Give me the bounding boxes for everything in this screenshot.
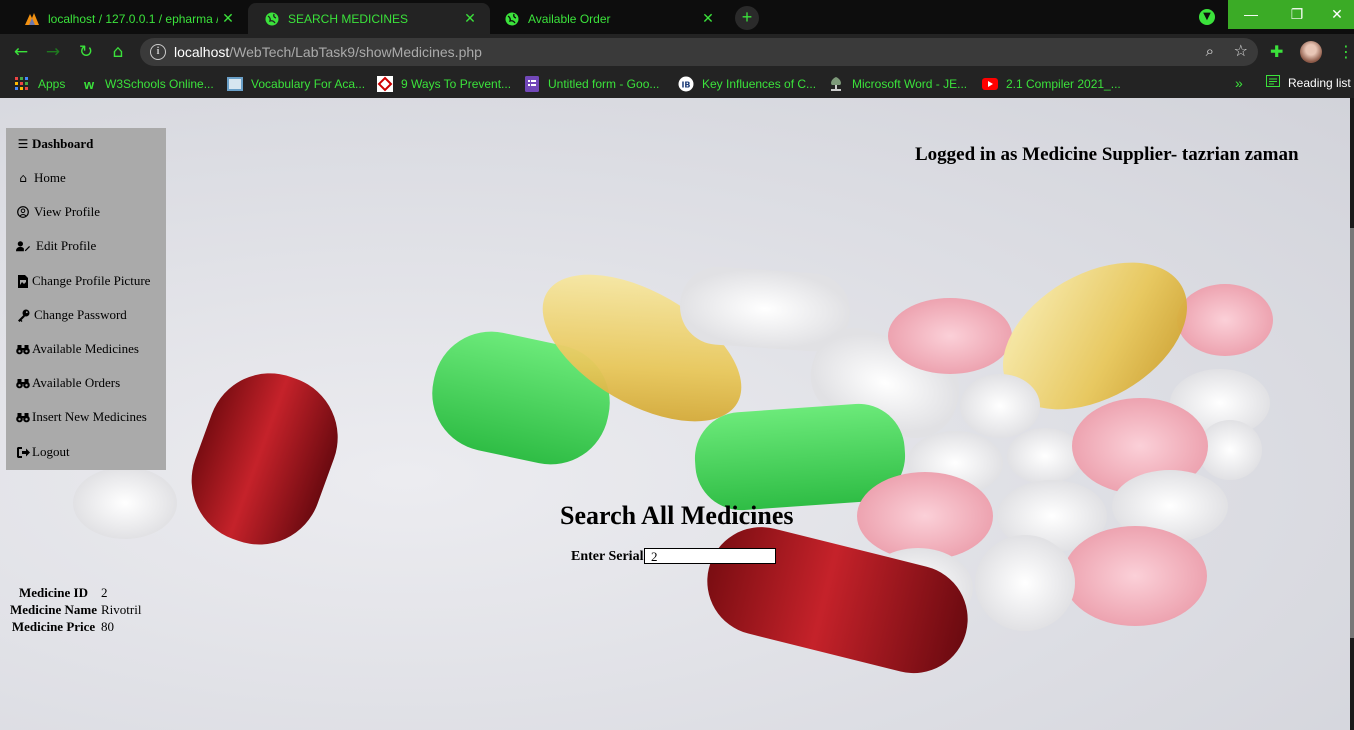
- address-bar[interactable]: i localhost/WebTech/LabTask9/showMedicin…: [140, 38, 1258, 66]
- sidebar-item-change-password[interactable]: Change Password: [16, 305, 127, 325]
- user-circle-icon: [16, 205, 30, 219]
- bookmark-vocabulary[interactable]: Vocabulary For Aca...: [227, 75, 365, 93]
- sidebar-item-view-profile[interactable]: View Profile: [16, 202, 100, 222]
- bookmarks-bar: Apps w W3Schools Online... Vocabulary Fo…: [0, 70, 1354, 98]
- new-tab-button[interactable]: +: [735, 6, 759, 30]
- sidebar-dashboard-title[interactable]: ☰ Dashboard: [16, 134, 94, 154]
- tab-search-medicines[interactable]: SEARCH MEDICINES ✕: [248, 3, 490, 34]
- bookmark-key-influences[interactable]: IB Key Influences of C...: [678, 75, 816, 93]
- bookmark-compiler[interactable]: 2.1 Compiler 2021_...: [982, 75, 1121, 93]
- binoculars-icon: [16, 376, 30, 390]
- key-icon: [16, 308, 30, 322]
- tab-available-order[interactable]: Available Order ✕: [488, 3, 728, 34]
- book-icon: [227, 76, 243, 92]
- close-icon[interactable]: ✕: [698, 10, 718, 27]
- serial-input[interactable]: 2: [644, 548, 776, 564]
- zoom-icon[interactable]: ⌕: [1206, 42, 1214, 60]
- bookmark-star-icon[interactable]: ☆: [1234, 41, 1248, 60]
- globe-icon: [504, 11, 520, 27]
- close-icon[interactable]: ✕: [460, 10, 480, 27]
- binoculars-icon: [16, 342, 30, 356]
- reading-list-button[interactable]: Reading list: [1266, 75, 1351, 90]
- browser-toolbar: ← → ↻ ⌂ i localhost/WebTech/LabTask9/sho…: [0, 34, 1354, 70]
- search-title: Search All Medicines: [560, 501, 794, 530]
- pills-background-image: [73, 262, 1273, 674]
- medicine-price-value: 80: [101, 618, 115, 634]
- tab-label: SEARCH MEDICINES: [288, 11, 409, 26]
- back-arrow-icon[interactable]: ←: [10, 41, 32, 63]
- tab-label: localhost / 127.0.0.1 / epharma /: [48, 11, 218, 26]
- medicine-price-label: Medicine Price: [11, 618, 96, 634]
- bookmark-9-ways[interactable]: 9 Ways To Prevent...: [377, 75, 511, 93]
- close-window-button[interactable]: ✕: [1320, 0, 1354, 29]
- w3schools-icon: w: [83, 76, 95, 92]
- medicine-result-table: Medicine ID 2 Medicine Name Rivotril Med…: [8, 584, 143, 635]
- bookmark-apps[interactable]: Apps: [14, 75, 65, 93]
- bookmark-microsoft-word[interactable]: Microsoft Word - JE...: [828, 75, 967, 93]
- sign-out-icon: [16, 445, 30, 459]
- medicine-name-value: Rivotril: [101, 601, 142, 617]
- sidebar-item-insert-new-medicines[interactable]: Insert New Medicines: [16, 407, 147, 427]
- medicine-id-label: Medicine ID: [19, 584, 88, 600]
- page-scrollbar-thumb[interactable]: [1350, 228, 1354, 638]
- svg-text:IB: IB: [681, 81, 690, 90]
- sidebar-item-change-profile-picture[interactable]: Change Profile Picture: [16, 271, 150, 291]
- tab-phpmyadmin[interactable]: localhost / 127.0.0.1 / epharma / ✕: [8, 3, 248, 34]
- forward-arrow-icon[interactable]: →: [42, 41, 64, 63]
- globe-icon: [264, 11, 280, 27]
- profile-avatar[interactable]: [1300, 41, 1322, 63]
- binoculars-icon: [16, 410, 30, 424]
- sidebar-item-logout[interactable]: Logout: [16, 442, 70, 462]
- home-icon: ⌂: [19, 171, 27, 185]
- reading-list-icon: [1266, 75, 1280, 90]
- close-icon[interactable]: ✕: [218, 10, 238, 27]
- sidebar-item-home[interactable]: ⌂ Home: [16, 168, 66, 188]
- tab-label: Available Order: [528, 11, 611, 26]
- download-indicator-icon[interactable]: ▼: [1199, 9, 1215, 25]
- youtube-icon: [982, 76, 998, 92]
- extensions-puzzle-icon[interactable]: ✚: [1270, 42, 1283, 61]
- menu-kebab-icon[interactable]: ⋮: [1338, 42, 1354, 61]
- url-text[interactable]: localhost/WebTech/LabTask9/showMedicines…: [174, 44, 482, 60]
- page-content: Logged in as Medicine Supplier- tazrian …: [0, 98, 1350, 730]
- table-row: Medicine ID 2: [8, 584, 143, 601]
- info-icon[interactable]: i: [150, 44, 166, 60]
- hamburger-menu-icon: ☰: [17, 137, 29, 151]
- bookmark-untitled-form[interactable]: Untitled form - Goo...: [524, 75, 659, 93]
- sidebar-item-available-orders[interactable]: Available Orders: [16, 373, 120, 393]
- apps-grid-icon: [14, 76, 30, 92]
- journal-icon: IB: [678, 76, 694, 92]
- sidebar-item-available-medicines[interactable]: Available Medicines: [16, 339, 139, 359]
- forms-icon: [524, 76, 540, 92]
- user-edit-icon: [16, 239, 30, 253]
- tree-icon: [828, 76, 844, 92]
- sidebar: ☰ Dashboard ⌂ Home View Profile Edit Pro…: [6, 128, 166, 470]
- logged-in-banner: Logged in as Medicine Supplier- tazrian …: [915, 144, 1299, 165]
- serial-label: Enter Serial:: [571, 549, 649, 564]
- bookmarks-overflow-button[interactable]: »: [1235, 75, 1243, 91]
- minimize-button[interactable]: —: [1228, 0, 1274, 29]
- bookmark-w3schools[interactable]: w W3Schools Online...: [81, 75, 214, 93]
- sidebar-item-edit-profile[interactable]: Edit Profile: [16, 236, 96, 256]
- table-row: Medicine Price 80: [8, 618, 143, 635]
- home-icon[interactable]: ⌂: [107, 41, 129, 63]
- phpmyadmin-icon: [24, 11, 40, 27]
- medicine-id-value: 2: [101, 584, 108, 600]
- diamond-icon: [377, 76, 393, 92]
- medicine-name-label: Medicine Name: [10, 601, 98, 617]
- table-row: Medicine Name Rivotril: [8, 601, 143, 618]
- tab-strip: localhost / 127.0.0.1 / epharma / ✕ SEAR…: [0, 0, 1354, 34]
- reload-icon[interactable]: ↻: [75, 41, 97, 63]
- file-image-icon: [16, 274, 30, 288]
- restore-button[interactable]: ❐: [1274, 0, 1320, 29]
